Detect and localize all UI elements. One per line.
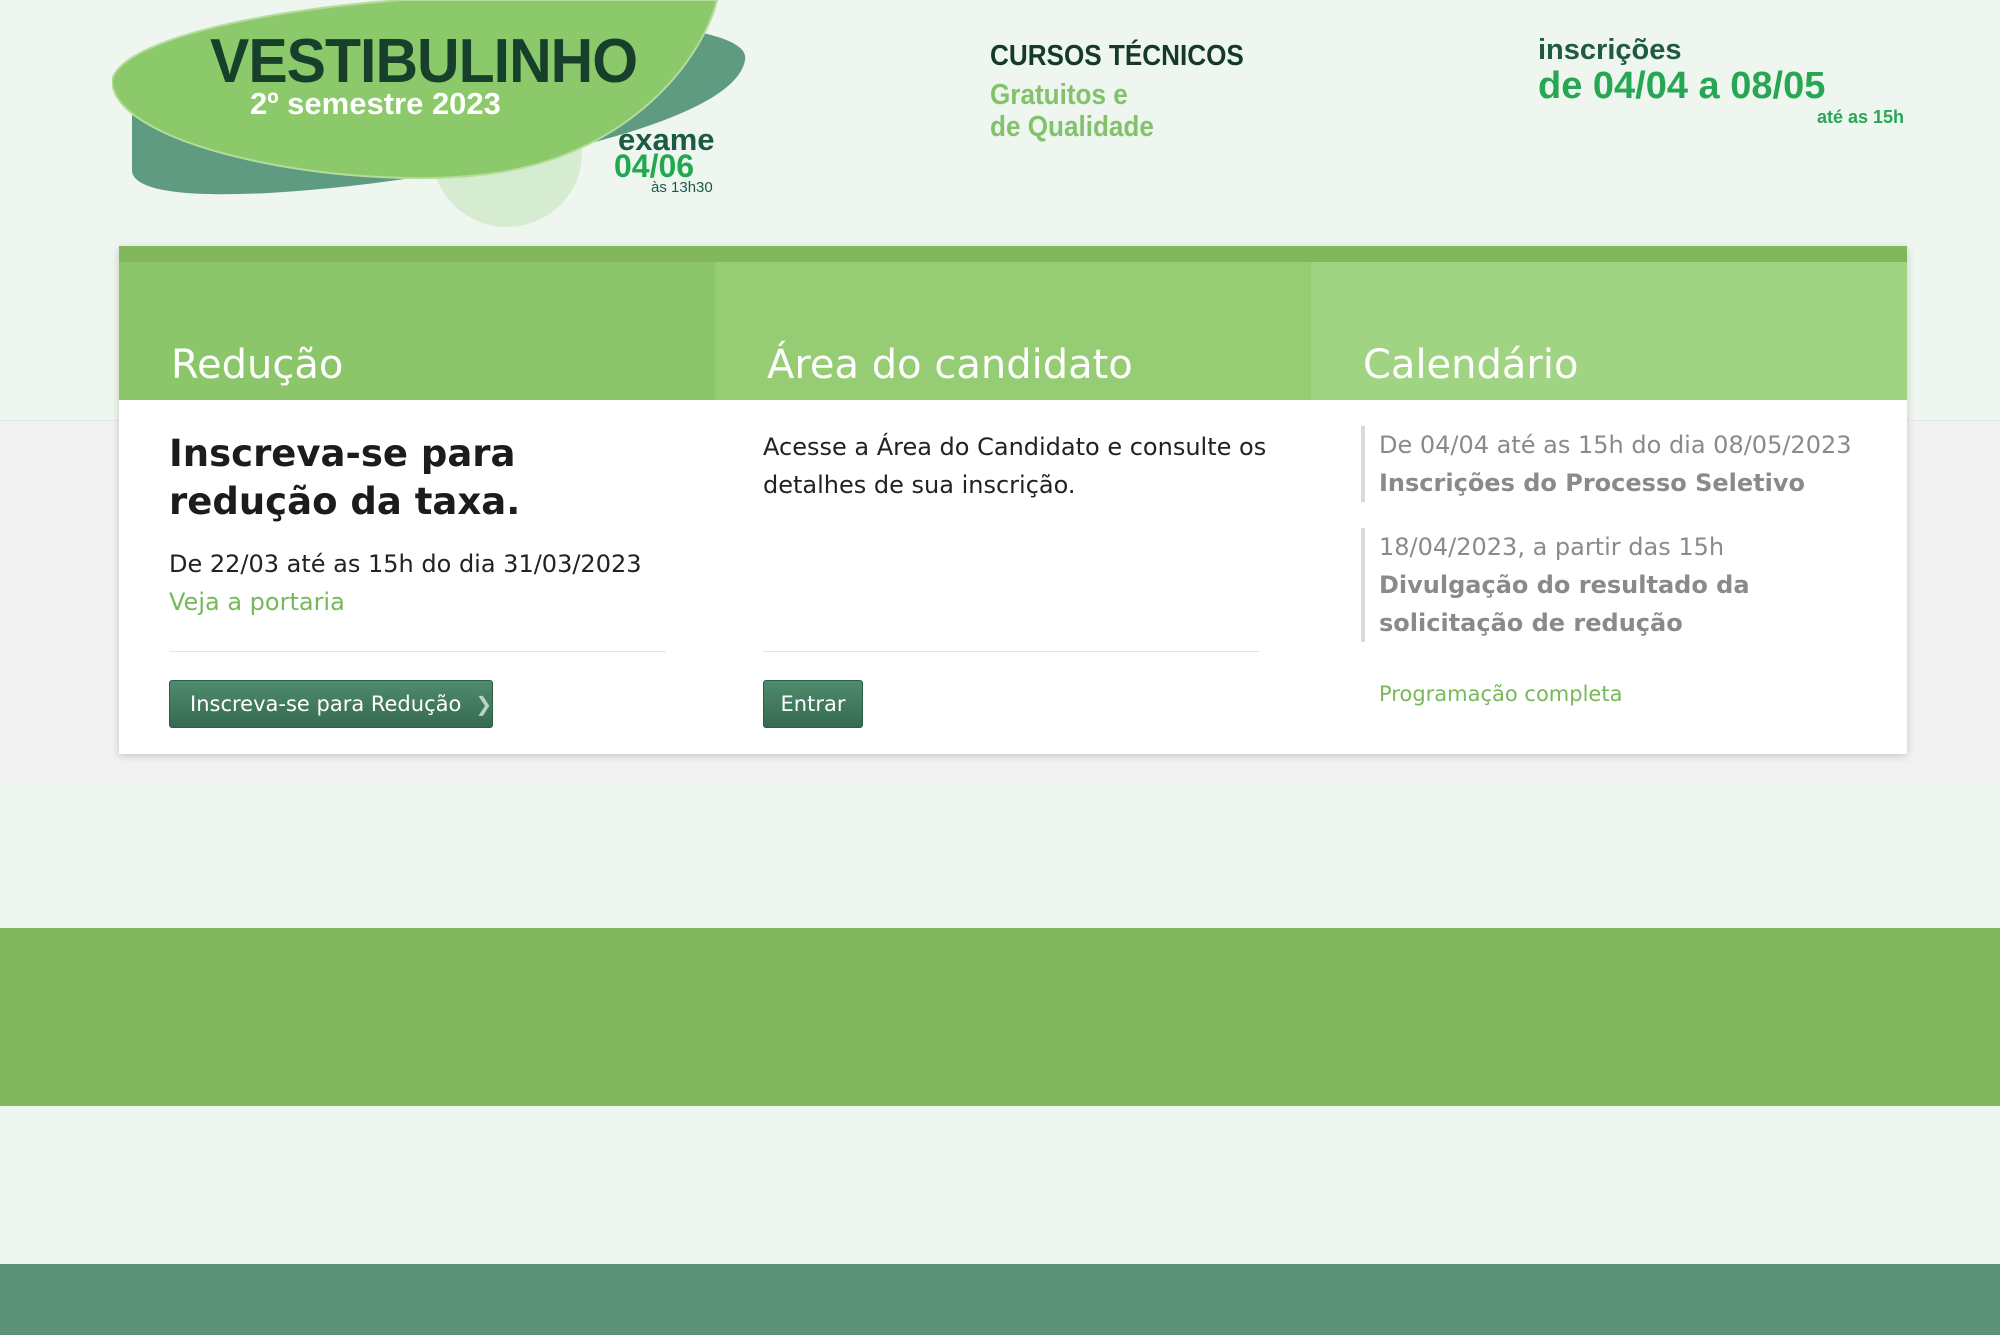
vestibulinho-logo[interactable]: VESTIBULINHO 2º semestre 2023 exame 04/0… bbox=[112, 0, 752, 230]
inscreva-reducao-label: Inscreva-se para Redução bbox=[190, 692, 462, 716]
calendar-item-date: De 04/04 até as 15h do dia 08/05/2023 bbox=[1379, 431, 1852, 459]
calendar-item-desc: Divulgação do resultado da solicitação d… bbox=[1379, 571, 1750, 637]
cursos-line3: de Qualidade bbox=[990, 111, 1154, 143]
inscricoes-dates: de 04/04 a 08/05 bbox=[1538, 65, 1826, 107]
main-card: Redução Área do candidato Calendário Ins… bbox=[119, 246, 1907, 754]
calendario-panel: De 04/04 até as 15h do dia 08/05/2023 In… bbox=[1311, 400, 1907, 754]
tab-calendario-title: Calendário bbox=[1363, 342, 1579, 388]
spacer-band-2 bbox=[0, 1106, 2000, 1264]
tab-reducao-title: Redução bbox=[171, 342, 344, 388]
inscricoes-time: até as 15h bbox=[1816, 107, 1904, 127]
cursos-title: CURSOS TÉCNICOS bbox=[990, 40, 1244, 72]
chevron-right-icon: ❯ bbox=[475, 692, 493, 716]
cursos-line2: Gratuitos e bbox=[990, 79, 1128, 111]
exam-time: às 13h30 bbox=[651, 179, 713, 196]
inscreva-reducao-button[interactable]: Inscreva-se para Redução ❯ bbox=[169, 680, 493, 728]
card-top-bar bbox=[119, 246, 1907, 262]
tab-reducao: Redução bbox=[119, 262, 715, 400]
inscricoes-banner: inscrições de 04/04 a 08/05 até as 15h bbox=[1538, 34, 1904, 128]
area-candidato-panel: Acesse a Área do Candidato e consulte os… bbox=[715, 400, 1311, 754]
portaria-link[interactable]: Veja a portaria bbox=[169, 588, 345, 616]
calendar-item-date: 18/04/2023, a partir das 15h bbox=[1379, 533, 1725, 561]
programacao-completa-link[interactable]: Programação completa bbox=[1379, 682, 1622, 706]
footer-band bbox=[0, 1264, 2000, 1335]
spacer-band bbox=[0, 780, 2000, 928]
inscricoes-label: inscrições bbox=[1538, 34, 1682, 66]
calendar-item: De 04/04 até as 15h do dia 08/05/2023 In… bbox=[1361, 426, 1861, 502]
cursos-tecnicos-banner: CURSOS TÉCNICOS Gratuitos e de Qualidade bbox=[990, 40, 1310, 143]
green-banner-band bbox=[0, 928, 2000, 1106]
divider bbox=[763, 651, 1259, 652]
logo-subtitle: 2º semestre 2023 bbox=[250, 86, 501, 121]
divider bbox=[169, 651, 666, 652]
calendar-item: 18/04/2023, a partir das 15h Divulgação … bbox=[1361, 528, 1861, 642]
reducao-heading: Inscreva-se para redução da taxa. bbox=[169, 432, 521, 523]
reducao-panel: Inscreva-se para redução da taxa. De 22/… bbox=[119, 400, 715, 754]
tab-area-candidato: Área do candidato bbox=[715, 262, 1311, 400]
tab-area-title: Área do candidato bbox=[767, 342, 1133, 388]
reducao-period: De 22/03 até as 15h do dia 31/03/2023 bbox=[169, 550, 642, 578]
tab-calendario: Calendário bbox=[1311, 262, 1907, 400]
calendar-item-desc: Inscrições do Processo Seletivo bbox=[1379, 469, 1805, 497]
entrar-button[interactable]: Entrar bbox=[763, 680, 863, 728]
area-description: Acesse a Área do Candidato e consulte os… bbox=[763, 433, 1267, 499]
